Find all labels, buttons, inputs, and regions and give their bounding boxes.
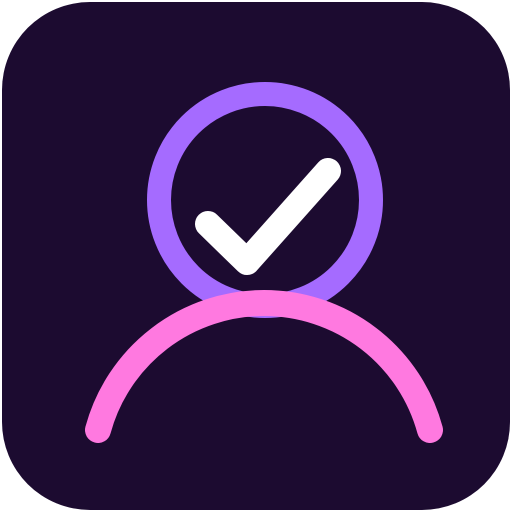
app-icon[interactable] (0, 0, 512, 512)
verified-user-icon (2, 2, 510, 510)
